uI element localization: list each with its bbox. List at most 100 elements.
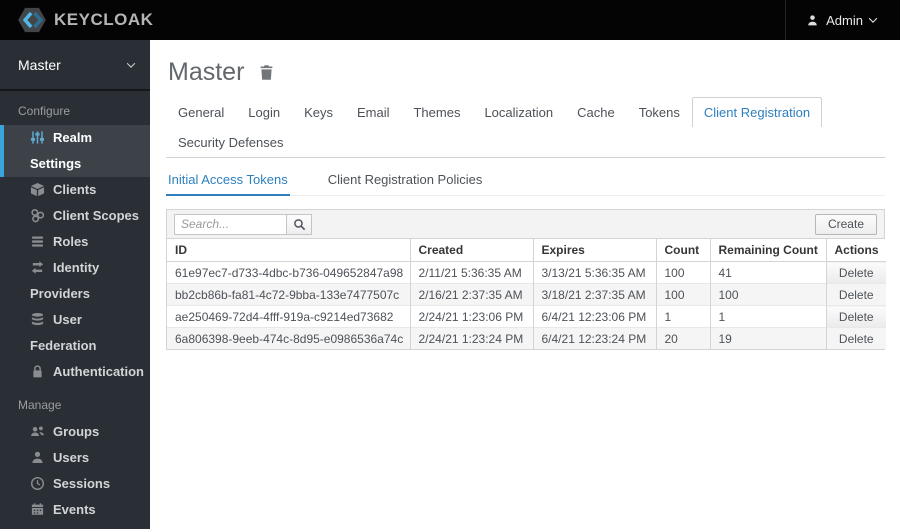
- create-button[interactable]: Create: [814, 213, 877, 235]
- user-menu[interactable]: Admin: [785, 0, 900, 40]
- sliders-icon: [30, 130, 45, 145]
- realm-tabs: General Login Keys Email Themes Localization C…: [166, 97, 885, 158]
- table-body: 61e97ec7-d733-4dbc-b736-049652847a98 2/11…: [167, 261, 886, 349]
- sidebar-item-authentication[interactable]: Authentication: [0, 359, 150, 385]
- cell-actions: Delete: [825, 283, 886, 306]
- column-header-created: Created: [409, 239, 533, 262]
- sidebar-item-users[interactable]: Users: [0, 445, 150, 471]
- cell-id: 61e97ec7-d733-4dbc-b736-049652847a98: [175, 265, 404, 280]
- cell-expires: 6/4/21 12:23:06 PM: [532, 305, 656, 328]
- trash-icon[interactable]: [258, 64, 275, 82]
- groups-icon: [30, 424, 45, 439]
- sidebar-item-identity-providers[interactable]: Identity Providers: [0, 255, 150, 307]
- cell-id: bb2cb86b-fa81-4c72-9bba-133e7477507c: [167, 283, 410, 306]
- cell-created: 2/11/21 5:36:35 AM: [409, 261, 533, 284]
- lock-icon: [30, 364, 45, 379]
- cell-id: 6a806398-9eeb-474c-8d95-e0986536a74c: [167, 327, 410, 349]
- tab-email[interactable]: Email: [345, 97, 402, 127]
- column-header-id: ID: [167, 239, 410, 262]
- table-row: 6a806398-9eeb-474c-8d95-e0986536a74c 2/24…: [167, 327, 886, 349]
- tab-general[interactable]: General: [166, 97, 236, 127]
- sidebar-item-label: Sessions: [53, 476, 111, 491]
- search-button[interactable]: [286, 213, 312, 235]
- cell-actions: Delete: [825, 327, 886, 349]
- nav-section-header-configure: Configure: [18, 104, 71, 118]
- sidebar-item-events[interactable]: Events: [0, 497, 150, 523]
- realm-selector[interactable]: Master: [0, 40, 150, 91]
- cell-count: 1: [655, 305, 710, 328]
- cell-expires: 3/13/21 5:36:35 AM: [532, 261, 656, 284]
- database-icon: [30, 312, 45, 327]
- tab-keys[interactable]: Keys: [292, 97, 345, 127]
- sidebar-item-label: Client Scopes: [53, 208, 139, 223]
- tab-cache[interactable]: Cache: [565, 97, 627, 127]
- cell-count: 100: [655, 283, 710, 306]
- sidebar-item-label: Events: [53, 502, 96, 517]
- cell-remaining: 41: [709, 261, 826, 284]
- sidebar-item-realm-settings[interactable]: Realm Settings: [0, 125, 150, 177]
- tab-tokens[interactable]: Tokens: [627, 97, 692, 127]
- realm-selector-label: Master: [18, 56, 61, 73]
- chevron-down-icon: [126, 58, 136, 68]
- cell-remaining: 1: [709, 305, 826, 328]
- cell-remaining: 100: [709, 283, 826, 306]
- sidebar: Master Configure Realm Settings Clients Cli…: [0, 40, 150, 529]
- cell-created: 2/24/21 1:23:06 PM: [409, 305, 533, 328]
- user-menu-label: Admin: [826, 12, 863, 28]
- keycloak-logo[interactable]: KEYCLOAK: [0, 7, 153, 33]
- sidebar-item-label: Clients: [53, 182, 97, 197]
- cell-count: 20: [655, 327, 710, 349]
- subtabs: Initial Access Tokens Client Registration…: [166, 166, 885, 196]
- sidebar-item-import[interactable]: Import: [0, 523, 150, 529]
- chevron-down-icon: [868, 14, 878, 23]
- cell-expires: 6/4/21 12:23:24 PM: [532, 327, 656, 349]
- cell-actions: Delete: [825, 305, 886, 328]
- subtab-client-registration-policies[interactable]: Client Registration Policies: [326, 166, 485, 196]
- user-icon: [30, 450, 45, 465]
- tab-client-registration[interactable]: Client Registration: [691, 97, 823, 127]
- tab-themes[interactable]: Themes: [401, 97, 472, 127]
- table-row: bb2cb86b-fa81-4c72-9bba-133e7477507c 2/16…: [167, 283, 886, 306]
- topbar: KEYCLOAK Admin: [0, 0, 900, 40]
- sidebar-item-roles[interactable]: Roles: [0, 229, 150, 255]
- cell-created: 2/16/21 2:37:35 AM: [409, 283, 533, 306]
- tab-login[interactable]: Login: [236, 97, 292, 127]
- search-icon: [293, 218, 306, 231]
- sidebar-item-client-scopes[interactable]: Client Scopes: [0, 203, 150, 229]
- keycloak-logo-icon: [17, 7, 47, 33]
- sidebar-item-label: Groups: [53, 424, 100, 439]
- subtab-initial-access-tokens[interactable]: Initial Access Tokens: [166, 166, 290, 196]
- sidebar-item-sessions[interactable]: Sessions: [0, 471, 150, 497]
- tokens-table: ID Created Expires Count Remaining Count Acti…: [167, 239, 886, 349]
- cell-created: 2/24/21 1:23:24 PM: [409, 327, 533, 349]
- sidebar-nav: Configure Realm Settings Clients Client Sco…: [0, 91, 150, 529]
- tokens-table-card: Create IDCreatedExpiresCountRemaining Co…: [166, 209, 886, 350]
- table-row: 61e97ec7-d733-4dbc-b736-049652847a98 2/11…: [167, 261, 886, 284]
- cube-icon: [30, 182, 45, 197]
- sidebar-item-clients[interactable]: Clients: [0, 177, 150, 203]
- column-header-remaining-count: Remaining Count: [709, 239, 826, 262]
- client-scopes-icon: [30, 208, 45, 223]
- delete-button[interactable]: Delete: [827, 285, 886, 306]
- exchange-icon: [30, 260, 45, 275]
- sidebar-item-groups[interactable]: Groups: [0, 419, 150, 445]
- delete-button[interactable]: Delete: [827, 328, 886, 349]
- delete-button[interactable]: Delete: [827, 307, 886, 328]
- calendar-icon: [30, 502, 45, 517]
- cell-expires: 3/18/21 2:37:35 AM: [532, 283, 656, 306]
- cell-remaining: 19: [709, 327, 826, 349]
- table-row: ae250469-72d4-4fff-919a-c9214ed73682 2/24…: [167, 305, 886, 328]
- table-header-row: ID Created Expires Count Remaining Count Acti…: [167, 239, 886, 262]
- delete-button[interactable]: Delete: [827, 262, 886, 283]
- user-icon: [806, 14, 819, 27]
- logo-text: KEYCLOAK: [54, 10, 154, 29]
- tab-security-defenses[interactable]: Security Defenses: [166, 127, 296, 157]
- column-header-count: Count: [655, 239, 710, 262]
- column-header-actions: Actions: [825, 239, 886, 262]
- sidebar-item-label: Users: [53, 450, 90, 465]
- cell-actions: Delete: [825, 261, 886, 284]
- sidebar-item-user-federation[interactable]: User Federation: [0, 307, 150, 359]
- tab-localization[interactable]: Localization: [472, 97, 565, 127]
- search-input[interactable]: [174, 213, 287, 235]
- sidebar-item-label: Roles: [53, 234, 89, 249]
